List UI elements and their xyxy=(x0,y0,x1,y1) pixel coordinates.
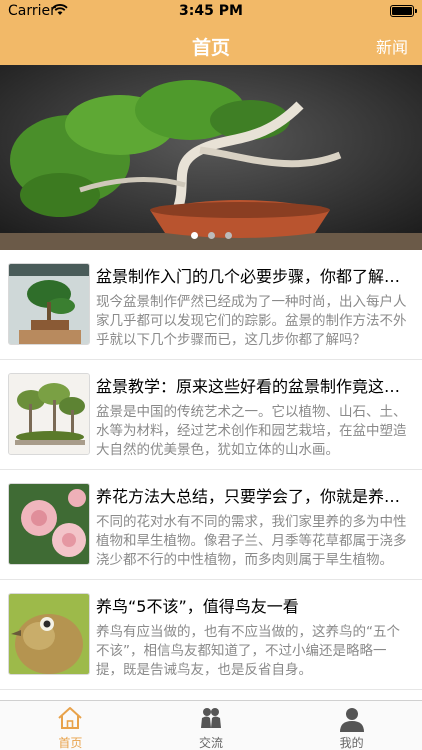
article-title: 养鸟“5不该”，值得鸟友一看 xyxy=(96,597,299,616)
user-icon xyxy=(339,708,364,732)
article-title: 盆景教学：原来这些好看的盆景制作竟这么简单 xyxy=(96,377,414,396)
bird-thumbnail xyxy=(8,593,90,675)
carousel-dot[interactable] xyxy=(190,232,198,239)
list-item[interactable]: 养鸟“5不该”，值得鸟友一看 养鸟有应当做的，也有不应当做的，这养鸟的“五个不该… xyxy=(0,583,422,690)
nav-header: Carrier 3:45 PM 首页 新闻 xyxy=(0,0,422,65)
battery-icon xyxy=(390,5,417,17)
list-item[interactable]: 盆景教学：原来这些好看的盆景制作竟这么简单 盆景是中国的传统艺术之一。它以植物、… xyxy=(0,363,422,470)
page-title: 首页 xyxy=(191,37,230,59)
article-title: 盆景制作入门的几个必要步骤，你都了解吗？ xyxy=(96,267,414,286)
tab-profile[interactable]: 我的 xyxy=(281,701,422,750)
bonsai-banner-image xyxy=(0,65,422,250)
tab-communicate[interactable]: 交流 xyxy=(141,701,282,750)
news-button[interactable]: 新闻 xyxy=(376,34,408,58)
tab-label: 首页 xyxy=(58,736,83,750)
people-icon xyxy=(201,708,221,728)
article-title: 养花方法大总结，只要学会了，你就是养花高手 xyxy=(96,487,414,506)
article-summary: 不同的花对水有不同的需求，我们家里养的多为中性植物和旱生植物。像君子兰、月季等花… xyxy=(96,514,407,568)
home-icon xyxy=(58,707,83,729)
pink-roses-thumbnail xyxy=(8,483,90,565)
status-time: 3:45 PM xyxy=(179,3,243,19)
carousel-dot[interactable] xyxy=(207,232,215,239)
carousel-page-indicator[interactable] xyxy=(0,232,422,239)
tab-bar: 首页 交流 我的 xyxy=(0,700,422,750)
status-bar: Carrier 3:45 PM xyxy=(0,0,422,22)
article-summary: 现今盆景制作俨然已经成为了一种时尚，出入每户人家几乎都可以发现它们的踪影。盆景的… xyxy=(96,294,407,348)
bonsai-forest-thumbnail xyxy=(8,373,90,455)
tab-home[interactable]: 首页 xyxy=(0,701,141,750)
tab-label: 我的 xyxy=(339,736,364,750)
article-summary: 养鸟有应当做的，也有不应当做的，这养鸟的“五个不该”，相信鸟友都知道了，不过小编… xyxy=(96,624,400,678)
carousel-dot[interactable] xyxy=(224,232,232,239)
banner-carousel[interactable] xyxy=(0,65,422,250)
list-item[interactable]: 盆景制作入门的几个必要步骤，你都了解吗？ 现今盆景制作俨然已经成为了一种时尚，出… xyxy=(0,253,422,360)
bonsai-pine-thumbnail xyxy=(8,263,90,345)
article-summary: 盆景是中国的传统艺术之一。它以植物、山石、土、水等为材料，经过艺术创作和园艺栽培… xyxy=(96,404,407,458)
list-item[interactable]: 养花方法大总结，只要学会了，你就是养花高手 不同的花对水有不同的需求，我们家里养… xyxy=(0,473,422,580)
tab-label: 交流 xyxy=(199,736,224,750)
